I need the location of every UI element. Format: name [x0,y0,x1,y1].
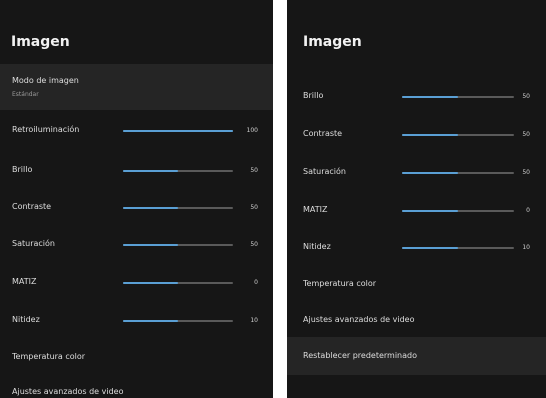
slider-value: 50 [250,167,258,174]
panel-title: Imagen [11,34,70,50]
slider-value: 50 [522,93,530,100]
slider-row-saturation[interactable]: Saturación 50 [287,154,546,190]
slider-row-backlight[interactable]: Retroiluminación 100 [0,112,273,148]
menu-item-label: Temperatura color [303,279,377,288]
slider-value: 0 [254,279,258,286]
menu-item-color-temperature[interactable]: Temperatura color [287,266,546,302]
menu-item-label: Temperatura color [12,352,86,361]
screenshot-stage: Imagen Modo de imagen Estándar Retroilum… [0,0,546,398]
slider-fill [402,96,458,98]
slider-row-hue[interactable]: MATIZ 0 [0,264,273,300]
slider-row-sharpness[interactable]: Nitidez 10 [287,229,546,265]
hue-slider[interactable] [123,282,233,284]
slider-fill [123,207,178,209]
slider-label: Saturación [303,167,346,176]
slider-label: MATIZ [12,277,37,286]
slider-fill [402,210,458,212]
sharpness-slider[interactable] [402,247,514,249]
saturation-slider[interactable] [402,172,514,174]
menu-item-advanced-video[interactable]: Ajustes avanzados de video [0,376,273,398]
slider-fill [123,320,178,322]
picture-mode-label: Modo de imagen [12,76,79,85]
slider-fill [402,172,458,174]
slider-label: Retroiluminación [12,125,80,134]
slider-row-contrast[interactable]: Contraste 50 [287,116,546,152]
slider-value: 10 [522,244,530,251]
slider-value: 50 [250,241,258,248]
slider-fill [123,130,233,132]
panel-title: Imagen [303,34,362,50]
slider-row-contrast[interactable]: Contraste 50 [0,189,273,225]
slider-row-sharpness[interactable]: Nitidez 10 [0,302,273,338]
slider-fill [123,170,178,172]
slider-row-brightness[interactable]: Brillo 50 [287,78,546,114]
contrast-slider[interactable] [402,134,514,136]
contrast-slider[interactable] [123,207,233,209]
hue-slider[interactable] [402,210,514,212]
saturation-slider[interactable] [123,244,233,246]
picture-mode-item[interactable]: Modo de imagen Estándar [0,64,273,110]
backlight-slider[interactable] [123,130,233,132]
slider-value: 10 [250,317,258,324]
slider-fill [123,244,178,246]
slider-value: 50 [250,204,258,211]
brightness-slider[interactable] [123,170,233,172]
slider-label: MATIZ [303,205,328,214]
slider-label: Brillo [303,91,324,100]
slider-row-brightness[interactable]: Brillo 50 [0,152,273,188]
slider-row-hue[interactable]: MATIZ 0 [287,192,546,228]
slider-fill [402,247,458,249]
menu-item-advanced-video[interactable]: Ajustes avanzados de video [287,302,546,338]
slider-label: Nitidez [12,315,40,324]
menu-item-label: Ajustes avanzados de video [303,315,415,324]
slider-value: 50 [522,169,530,176]
picture-mode-value: Estándar [12,91,39,98]
slider-row-saturation[interactable]: Saturación 50 [0,226,273,262]
slider-label: Nitidez [303,242,331,251]
menu-item-label: Ajustes avanzados de video [12,387,124,396]
slider-value: 0 [526,207,530,214]
slider-value: 50 [522,131,530,138]
brightness-slider[interactable] [402,96,514,98]
slider-fill [123,282,178,284]
menu-item-label: Restablecer predeterminado [303,351,417,360]
slider-value: 100 [246,127,258,134]
picture-settings-panel-left: Imagen Modo de imagen Estándar Retroilum… [0,0,273,398]
slider-fill [402,134,458,136]
slider-label: Contraste [303,129,343,138]
slider-label: Brillo [12,165,33,174]
slider-label: Contraste [12,202,52,211]
picture-settings-panel-right: Imagen Brillo 50 Contraste 50 Saturación… [287,0,546,398]
sharpness-slider[interactable] [123,320,233,322]
menu-item-reset-defaults[interactable]: Restablecer predeterminado [287,337,546,375]
slider-label: Saturación [12,239,55,248]
menu-item-color-temperature[interactable]: Temperatura color [0,339,273,375]
